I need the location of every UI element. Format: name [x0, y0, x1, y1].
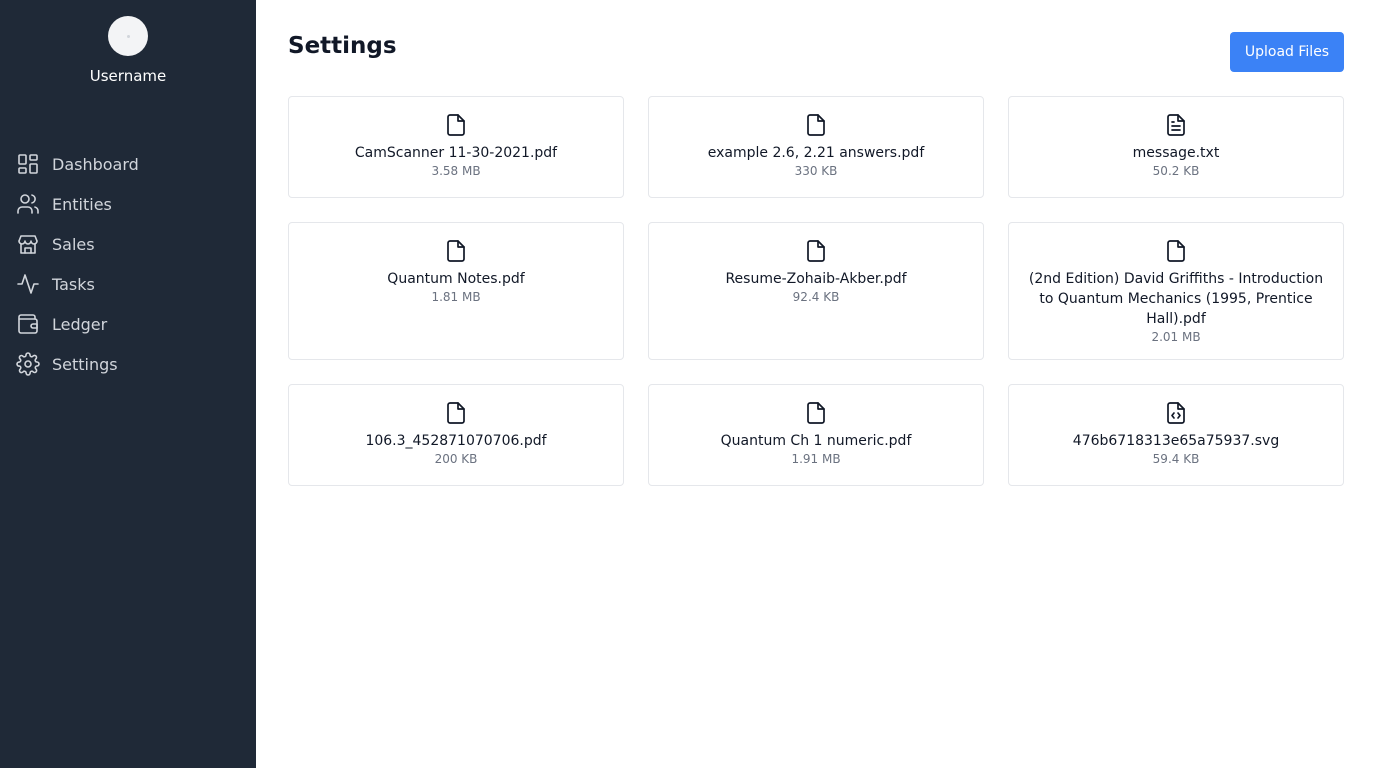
file-icon [444, 401, 468, 425]
gear-icon [16, 352, 40, 376]
file-card[interactable]: CamScanner 11-30-2021.pdf 3.58 MB [288, 96, 624, 198]
users-icon [16, 192, 40, 216]
sidebar-item-label: Tasks [52, 274, 95, 294]
file-size: 330 KB [794, 164, 838, 178]
avatar[interactable] [108, 16, 148, 56]
file-card[interactable]: Quantum Notes.pdf 1.81 MB [288, 222, 624, 360]
file-name: (2nd Edition) David Griffiths - Introduc… [1028, 271, 1324, 327]
file-name: 476b6718313e65a75937.svg [1072, 433, 1280, 449]
file-name: Quantum Notes.pdf [387, 271, 525, 287]
file-name: CamScanner 11-30-2021.pdf [354, 145, 558, 161]
main-content: Settings Upload Files CamScanner 11-30-2… [256, 0, 1376, 768]
sidebar-item-tasks[interactable]: Tasks [0, 264, 256, 304]
file-icon [1164, 239, 1188, 263]
file-card[interactable]: example 2.6, 2.21 answers.pdf 330 KB [648, 96, 984, 198]
file-card[interactable]: Quantum Ch 1 numeric.pdf 1.91 MB [648, 384, 984, 486]
file-name: example 2.6, 2.21 answers.pdf [707, 145, 925, 161]
file-size: 200 KB [434, 452, 478, 466]
upload-files-button[interactable]: Upload Files [1230, 32, 1344, 72]
file-size: 1.81 MB [431, 290, 481, 304]
file-size: 1.91 MB [791, 452, 841, 466]
file-card[interactable]: message.txt 50.2 KB [1008, 96, 1344, 198]
file-size: 50.2 KB [1152, 164, 1200, 178]
sidebar-item-label: Sales [52, 234, 95, 254]
file-name: message.txt [1132, 145, 1220, 161]
file-name: Quantum Ch 1 numeric.pdf [720, 433, 912, 449]
sidebar-item-entities[interactable]: Entities [0, 184, 256, 224]
store-icon [16, 232, 40, 256]
sidebar-item-sales[interactable]: Sales [0, 224, 256, 264]
file-card[interactable]: 106.3_452871070706.pdf 200 KB [288, 384, 624, 486]
file-icon [444, 239, 468, 263]
sidebar-item-ledger[interactable]: Ledger [0, 304, 256, 344]
wallet-icon [16, 312, 40, 336]
file-icon [444, 113, 468, 137]
activity-icon [16, 272, 40, 296]
file-size: 92.4 KB [792, 290, 840, 304]
sidebar-item-label: Ledger [52, 314, 108, 334]
file-text-icon [1164, 113, 1188, 137]
file-size: 3.58 MB [431, 164, 481, 178]
file-size: 59.4 KB [1152, 452, 1200, 466]
file-name: Resume-Zohaib-Akber.pdf [725, 271, 907, 287]
file-grid: CamScanner 11-30-2021.pdf 3.58 MB exampl… [288, 96, 1344, 486]
sidebar-nav: Dashboard Entities Sales Tasks Ledger Se… [0, 144, 256, 384]
username: Username [89, 67, 167, 85]
file-size: 2.01 MB [1151, 330, 1201, 344]
file-card[interactable]: 476b6718313e65a75937.svg 59.4 KB [1008, 384, 1344, 486]
sidebar-item-dashboard[interactable]: Dashboard [0, 144, 256, 184]
sidebar-item-label: Dashboard [52, 154, 139, 174]
dashboard-icon [16, 152, 40, 176]
sidebar-item-settings[interactable]: Settings [0, 344, 256, 384]
file-icon [804, 401, 828, 425]
file-icon [804, 113, 828, 137]
file-code-icon [1164, 401, 1188, 425]
file-card[interactable]: Resume-Zohaib-Akber.pdf 92.4 KB [648, 222, 984, 360]
sidebar-item-label: Settings [52, 354, 118, 374]
file-card[interactable]: (2nd Edition) David Griffiths - Introduc… [1008, 222, 1344, 360]
sidebar: Username Dashboard Entities Sales Tasks [0, 0, 256, 768]
file-icon [804, 239, 828, 263]
sidebar-item-label: Entities [52, 194, 112, 214]
page-title: Settings [288, 33, 397, 59]
file-name: 106.3_452871070706.pdf [365, 433, 547, 449]
